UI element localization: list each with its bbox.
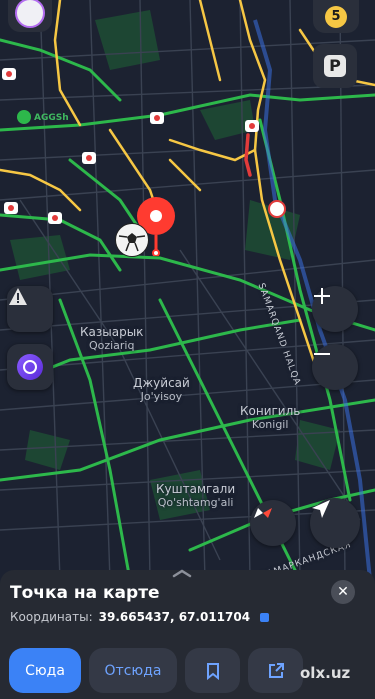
coordinates-row: Координаты: 39.665437, 67.011704 (10, 610, 269, 624)
minus-icon (314, 353, 330, 355)
alice-button[interactable] (7, 344, 53, 390)
place-name: Куштамгали (156, 482, 236, 496)
place-label-kushtamgali: Куштамгали Qo'shtamg'ali (156, 482, 235, 510)
place-latin: Jo'yisoy (140, 390, 183, 403)
parking-button[interactable]: P (313, 44, 357, 88)
place-latin: Qoziariq (88, 339, 135, 352)
place-name: Казыарык (80, 325, 144, 339)
profile-button[interactable] (8, 0, 52, 32)
place-label-dzhuisai: Джуйсай Jo'yisoy (133, 376, 190, 404)
olx-watermark: olx.uz (300, 664, 351, 682)
camera-icon (245, 120, 259, 132)
camera-icon (48, 212, 62, 224)
navigation-arrow-icon (312, 500, 330, 518)
chevron-up-icon (172, 569, 192, 578)
share-button[interactable] (248, 648, 303, 693)
place-card: Точка на карте ✕ Координаты: 39.665437, 6… (0, 569, 375, 699)
map-view[interactable]: Казыарык Qoziariq Джуйсай Jo'yisoy Кониг… (0, 0, 375, 580)
warning-icon (9, 288, 27, 305)
zoom-out-button[interactable] (312, 344, 358, 390)
bookmark-button[interactable] (185, 648, 240, 693)
bookmark-icon (206, 662, 219, 680)
poi-icon[interactable] (17, 110, 31, 124)
place-latin: Qo'shtamg'ali (157, 496, 234, 509)
copy-icon[interactable] (259, 613, 269, 622)
poi-label: AGGSh (34, 113, 69, 123)
plus-icon (314, 288, 330, 304)
compass-icon (254, 508, 272, 518)
coordinates-label: Координаты: (10, 610, 93, 624)
place-label-konigil: Конигиль Konigil (240, 404, 300, 432)
zoom-in-button[interactable] (312, 286, 358, 332)
report-button[interactable] (7, 286, 53, 332)
camera-icon (4, 202, 18, 214)
place-name: Джуйсай (133, 376, 190, 390)
traffic-score: 5 (325, 6, 347, 28)
card-title: Точка на карте (10, 583, 160, 603)
share-icon (268, 662, 284, 678)
drag-handle[interactable] (170, 564, 194, 578)
avatar (15, 0, 45, 28)
stadium-icon[interactable] (115, 223, 149, 257)
camera-icon (150, 112, 164, 124)
place-name: Конигиль (240, 404, 301, 418)
speed-limit-icon (268, 200, 286, 218)
compass-button[interactable] (250, 500, 296, 546)
place-latin: Konigil (251, 418, 289, 431)
my-location-button[interactable] (310, 498, 360, 548)
route-from-button[interactable]: Отсюда (89, 648, 177, 693)
alice-icon (17, 354, 43, 380)
route-to-button[interactable]: Сюда (9, 648, 81, 693)
camera-icon (82, 152, 96, 164)
traffic-button[interactable]: 5 (313, 0, 359, 33)
coordinates-value[interactable]: 39.665437, 67.011704 (99, 610, 250, 624)
close-button[interactable]: ✕ (331, 580, 355, 604)
camera-icon (2, 68, 16, 80)
place-label-kaziaryk: Казыарык Qoziariq (80, 325, 143, 353)
parking-icon: P (324, 55, 346, 77)
